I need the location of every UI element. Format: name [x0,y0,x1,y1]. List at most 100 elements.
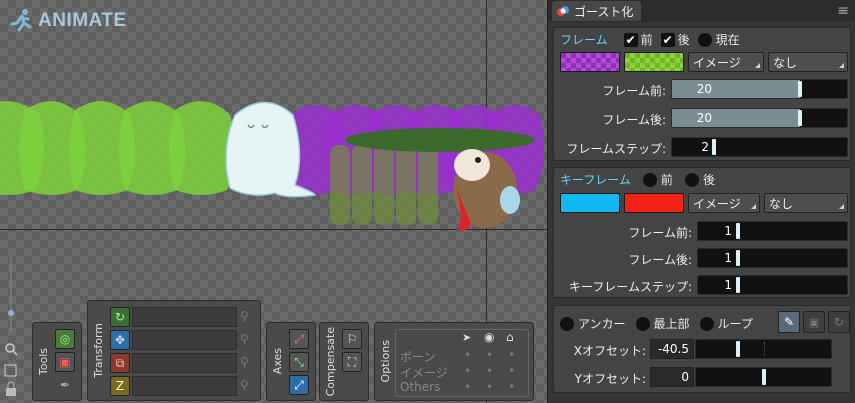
keyframe-after-color-swatch[interactable] [624,193,684,213]
keyframes-before-slider[interactable]: 1 [697,221,848,241]
x-offset-label: Xオフセット: [573,344,646,358]
option-dot[interactable]: • [486,348,493,362]
anchor-label: アンカー [578,317,626,331]
frames-before-value: 20 [696,82,712,96]
keyframes-before-checkbox[interactable] [642,172,657,187]
frames-before-checkbox[interactable]: ✔ [623,32,638,47]
keyframes-after-checkbox[interactable] [684,172,699,187]
compensate-bones-button[interactable]: ⚐ [342,329,362,349]
shear-tool-button[interactable]: Z [110,376,130,396]
running-figure-icon [10,9,32,32]
zoom-slider[interactable] [3,255,19,400]
tools-group: Tools ◎ ▣ ✒ [32,322,82,401]
parent-axes-button[interactable]: ⤡ [289,352,309,372]
x-offset-value[interactable]: -40.5 [650,339,694,359]
frames-image-dropdown[interactable]: イメージ [688,52,764,72]
reset-anchor-button[interactable]: ↻ [828,311,850,333]
option-dot[interactable]: • [464,364,471,378]
keyframe-before-color-swatch[interactable] [560,193,620,213]
logo-text: ANIMATE [38,10,127,31]
frames-current-checkbox[interactable] [697,32,712,47]
before-color-swatch[interactable] [560,52,620,72]
frames-blend-dropdown[interactable]: なし [768,52,848,72]
rotate-icon: ↻ [114,310,126,324]
bone-select-icon: ▣ [59,355,71,369]
ghost-icon [557,6,569,16]
keyframes-before-value: 1 [724,224,732,238]
compensate-label: Compensate [323,326,337,397]
transform-label: Transform [91,323,105,378]
magnify-icon [5,343,15,353]
crosshair-icon: ◎ [59,332,71,346]
shear-row[interactable] [132,376,237,396]
option-dot[interactable]: • [486,380,493,394]
lock-icon [6,388,16,396]
option-row-others: Others [400,380,441,394]
translate-row[interactable] [132,330,237,350]
link-icon[interactable]: ⚲ [240,378,249,392]
options-group: Options ➤ ◉ ⌂ ボーン イメージ Others • • • • • … [374,322,534,401]
option-dot[interactable]: • [508,364,515,378]
loop-checkbox[interactable] [699,316,714,331]
pick-anchor-button[interactable]: ✎ [778,311,800,333]
frames-section: フレーム ✔ 前 ✔ 後 現在 イメージ なし フレーム前: 20 フレーム後:… [553,27,851,161]
option-dot[interactable]: • [486,364,493,378]
rotate-row[interactable] [132,307,237,327]
translate-tool-button[interactable]: ✥ [110,330,130,350]
animation-canvas[interactable]: ANIMATE Tools ◎ ▣ ✒ Transform ↻ ✥ ⧉ Z ⚲ … [0,0,547,403]
keyframes-header: キーフレーム [560,173,631,187]
frame-step-value: 2 [701,140,709,154]
weights-tool-button[interactable]: ✒ [55,375,75,395]
image-compensate-icon: ⛶ [347,354,357,369]
compensate-group: Compensate ⚐ ⛶ [319,322,369,401]
frames-after-checkbox[interactable]: ✔ [660,32,675,47]
anchor-checkbox[interactable] [560,316,574,331]
panel-titlebar: ゴースト化 ≡ [548,0,855,22]
link-icon[interactable]: ⚲ [240,309,249,323]
y-offset-value[interactable]: 0 [650,367,694,387]
pose-tool-button[interactable]: ◎ [55,329,75,349]
rotate-tool-button[interactable]: ↻ [110,307,130,327]
anchor-section: アンカー 最上部 ループ ✎ ▣ ↻ Xオフセット: -40.5 Yオフセット:… [553,305,851,393]
keyframes-blend-dropdown[interactable]: なし [764,193,848,213]
frame-step-label: フレームステップ: [566,142,666,156]
y-offset-slider[interactable] [695,367,832,387]
keyframes-after-slider[interactable]: 1 [697,248,848,268]
panel-title: ゴースト化 [574,4,634,19]
frames-after-slider[interactable]: 20 [671,108,848,128]
move-icon: ✥ [114,333,126,347]
ghosting-tab[interactable]: ゴースト化 [552,1,642,21]
select-tool-button[interactable]: ▣ [55,352,75,372]
transform-group: Transform ↻ ✥ ⧉ Z ⚲ ⚲ ⚲ ⚲ [87,300,261,401]
scale-row[interactable] [132,353,237,373]
world-axes-button[interactable]: ⤢ [289,375,309,395]
link-icon[interactable]: ⚲ [240,355,249,369]
after-color-swatch[interactable] [624,52,684,72]
compensate-images-button[interactable]: ⛶ [342,352,362,372]
x-offset-slider[interactable] [695,339,832,359]
topmost-label: 最上部 [653,317,690,331]
link-icon[interactable]: ⚲ [240,332,249,346]
option-dot[interactable]: • [464,348,471,362]
frames-before-slider[interactable]: 20 [671,79,848,99]
frames-after-value: 20 [696,111,712,125]
local-axes-button[interactable]: ⤢ [289,329,309,349]
ghost-onion-skin-sprites [0,101,544,231]
tag-icon: ⌂ [506,330,514,344]
keyframes-after-count-label: フレーム後: [628,253,692,267]
lock-anchor-button[interactable]: ▣ [803,311,825,333]
frames-header: フレーム [560,33,608,47]
keyframes-image-dropdown[interactable]: イメージ [688,193,760,213]
axes-parent-icon: ⤡ [294,354,304,369]
keyframes-section: キーフレーム 前 後 イメージ なし フレーム前: 1 フレーム後: 1 キーフ… [553,167,851,298]
topmost-checkbox[interactable] [635,316,650,331]
option-dot[interactable]: • [508,380,515,394]
frame-step-slider[interactable]: 2 [671,137,848,157]
y-offset-label: Yオフセット: [574,372,646,386]
option-dot[interactable]: • [464,380,471,394]
hamburger-menu-icon[interactable]: ≡ [837,3,849,19]
keyframe-step-slider[interactable]: 1 [697,275,848,295]
option-dot[interactable]: • [508,348,515,362]
scale-tool-button[interactable]: ⧉ [110,353,130,373]
keyframes-after-label: 後 [702,173,715,187]
